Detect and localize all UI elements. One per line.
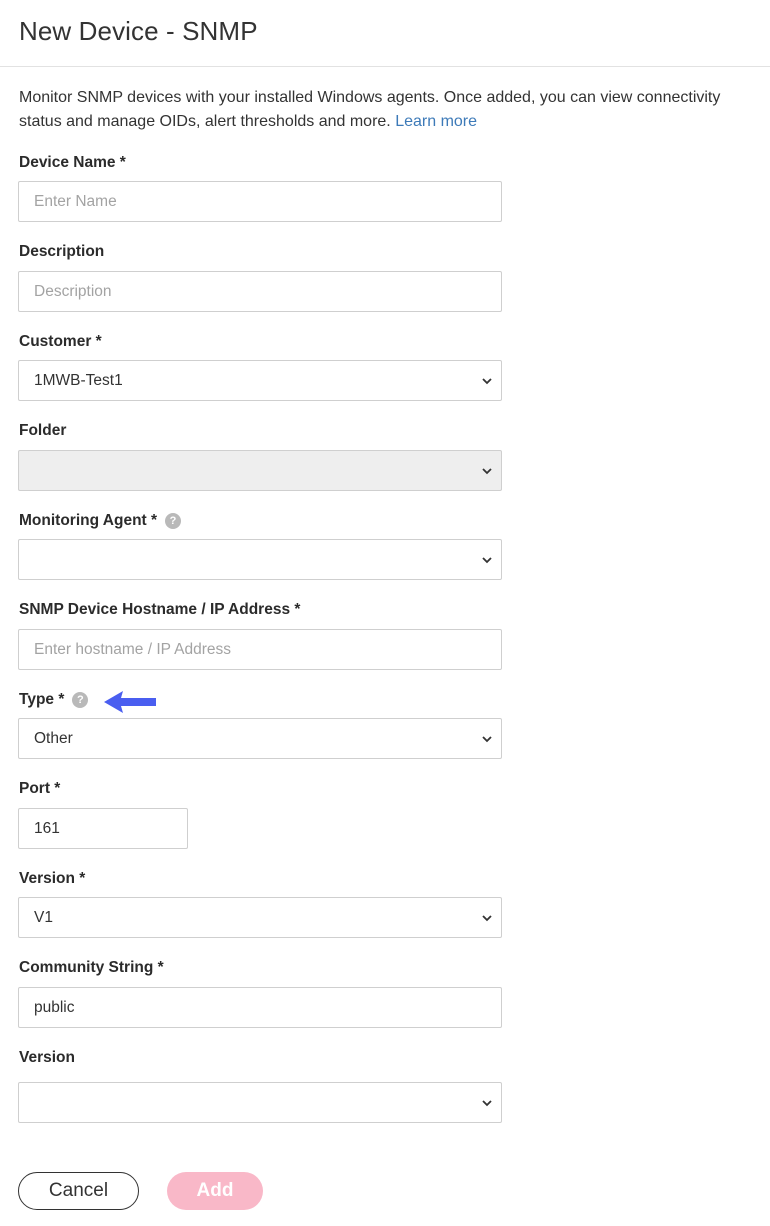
type-selected-value: Other [34, 729, 73, 747]
description-label: Description [19, 243, 105, 260]
chevron-down-icon [482, 377, 492, 384]
community-string-label: Community String * [19, 959, 164, 976]
learn-more-link[interactable]: Learn more [395, 113, 477, 130]
chevron-down-icon [482, 467, 492, 474]
customer-label: Customer * [19, 333, 102, 350]
device-name-label: Device Name * [19, 154, 126, 171]
dialog-header: New Device - SNMP [0, 0, 770, 67]
port-label: Port * [19, 780, 61, 797]
help-icon[interactable]: ? [165, 513, 182, 529]
chevron-down-icon [482, 735, 492, 742]
version-select[interactable]: V1 [18, 897, 502, 938]
intro-text: Monitor SNMP devices with your installed… [19, 86, 764, 134]
help-icon[interactable]: ? [72, 692, 89, 708]
port-input[interactable]: 161 [18, 808, 188, 849]
folder-label: Folder [19, 422, 67, 439]
community-string-input[interactable]: public [18, 987, 502, 1028]
chevron-down-icon [482, 1099, 492, 1106]
snmp-version-select[interactable] [18, 1082, 502, 1123]
chevron-down-icon [482, 556, 492, 563]
hostname-input[interactable]: Enter hostname / IP Address [18, 629, 502, 670]
folder-select[interactable] [18, 450, 502, 491]
annotation-arrow-icon [104, 691, 156, 713]
add-button[interactable]: Add [167, 1172, 263, 1210]
description-input[interactable]: Description [18, 271, 502, 312]
version-label: Version * [19, 870, 86, 887]
monitoring-agent-select[interactable] [18, 539, 502, 580]
type-label: Type * ? [19, 691, 89, 709]
monitoring-agent-label: Monitoring Agent * ? [19, 512, 182, 530]
customer-select[interactable]: 1MWB-Test1 [18, 360, 502, 401]
intro-description: Monitor SNMP devices with your installed… [19, 89, 721, 130]
type-select[interactable]: Other [18, 718, 502, 759]
snmp-version-label: Version [19, 1049, 75, 1066]
version-selected-value: V1 [34, 908, 53, 926]
hostname-label: SNMP Device Hostname / IP Address * [19, 601, 301, 618]
chevron-down-icon [482, 914, 492, 921]
device-name-input[interactable]: Enter Name [18, 181, 502, 222]
page-title: New Device - SNMP [19, 16, 258, 46]
cancel-button[interactable]: Cancel [18, 1172, 139, 1210]
customer-selected-value: 1MWB-Test1 [34, 371, 123, 389]
